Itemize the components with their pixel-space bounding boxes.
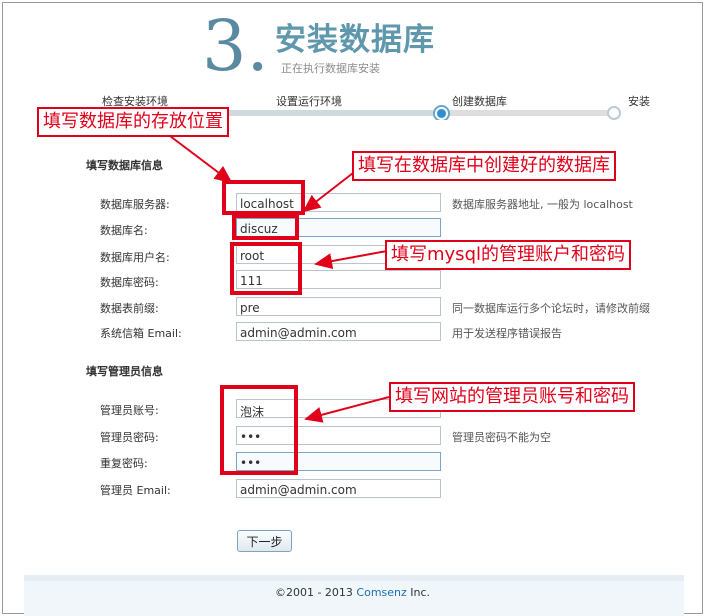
system-email-input[interactable]: admin@admin.com bbox=[236, 322, 441, 341]
db-user-label: 数据库用户名: bbox=[100, 251, 170, 264]
next-step-button[interactable]: 下一步 bbox=[237, 530, 292, 552]
admin-account-label: 管理员账号: bbox=[100, 404, 159, 417]
brand-link[interactable]: Comsenz bbox=[356, 586, 406, 599]
step-create-db: 创建数据库 bbox=[452, 95, 507, 108]
table-prefix-label: 数据表前缀: bbox=[100, 302, 159, 315]
step-setup-env: 设置运行环境 bbox=[276, 95, 342, 108]
install-form bbox=[24, 120, 684, 575]
highlight-db-credentials bbox=[230, 242, 302, 295]
highlight-db-name bbox=[232, 214, 299, 240]
db-section-title: 填写数据库信息 bbox=[86, 159, 163, 172]
highlight-db-server bbox=[222, 180, 305, 215]
admin-email-label: 管理员 Email: bbox=[100, 484, 171, 497]
admin-password-hint: 管理员密码不能为空 bbox=[452, 431, 551, 444]
repeat-password-label: 重复密码: bbox=[100, 457, 148, 470]
table-prefix-input[interactable]: pre bbox=[236, 297, 441, 316]
page-title: 安装数据库 bbox=[275, 22, 435, 58]
copyright-suffix: Inc. bbox=[406, 586, 431, 599]
system-email-hint: 用于发送程序错误报告 bbox=[452, 327, 562, 340]
highlight-admin-credentials bbox=[220, 385, 298, 475]
admin-email-input[interactable]: admin@admin.com bbox=[236, 479, 441, 498]
db-password-label: 数据库密码: bbox=[100, 276, 159, 289]
page-subtitle: 正在执行数据库安装 bbox=[281, 62, 380, 75]
db-name-label: 数据库名: bbox=[100, 224, 148, 237]
next-step-marker-icon bbox=[607, 106, 621, 120]
callout-db-created: 填写在数据库中创建好的数据库 bbox=[352, 151, 616, 181]
callout-db-location: 填写数据库的存放位置 bbox=[37, 107, 229, 137]
table-prefix-hint: 同一数据库运行多个论坛时，请修改前缀 bbox=[452, 302, 650, 315]
system-email-label: 系统信箱 Email: bbox=[100, 327, 182, 340]
callout-site-admin: 填写网站的管理员账号和密码 bbox=[389, 382, 635, 412]
callout-mysql-account: 填写mysql的管理账户和密码 bbox=[385, 240, 631, 270]
step-install: 安装 bbox=[628, 95, 650, 108]
admin-section-title: 填写管理员信息 bbox=[86, 365, 163, 378]
step-number: 3. bbox=[202, 5, 269, 87]
copyright-prefix: ©2001 - 2013 bbox=[274, 586, 357, 599]
db-server-label: 数据库服务器: bbox=[100, 198, 170, 211]
copyright: ©2001 - 2013 Comsenz Inc. bbox=[0, 586, 705, 599]
db-server-hint: 数据库服务器地址, 一般为 localhost bbox=[452, 198, 633, 211]
admin-password-label: 管理员密码: bbox=[100, 431, 159, 444]
